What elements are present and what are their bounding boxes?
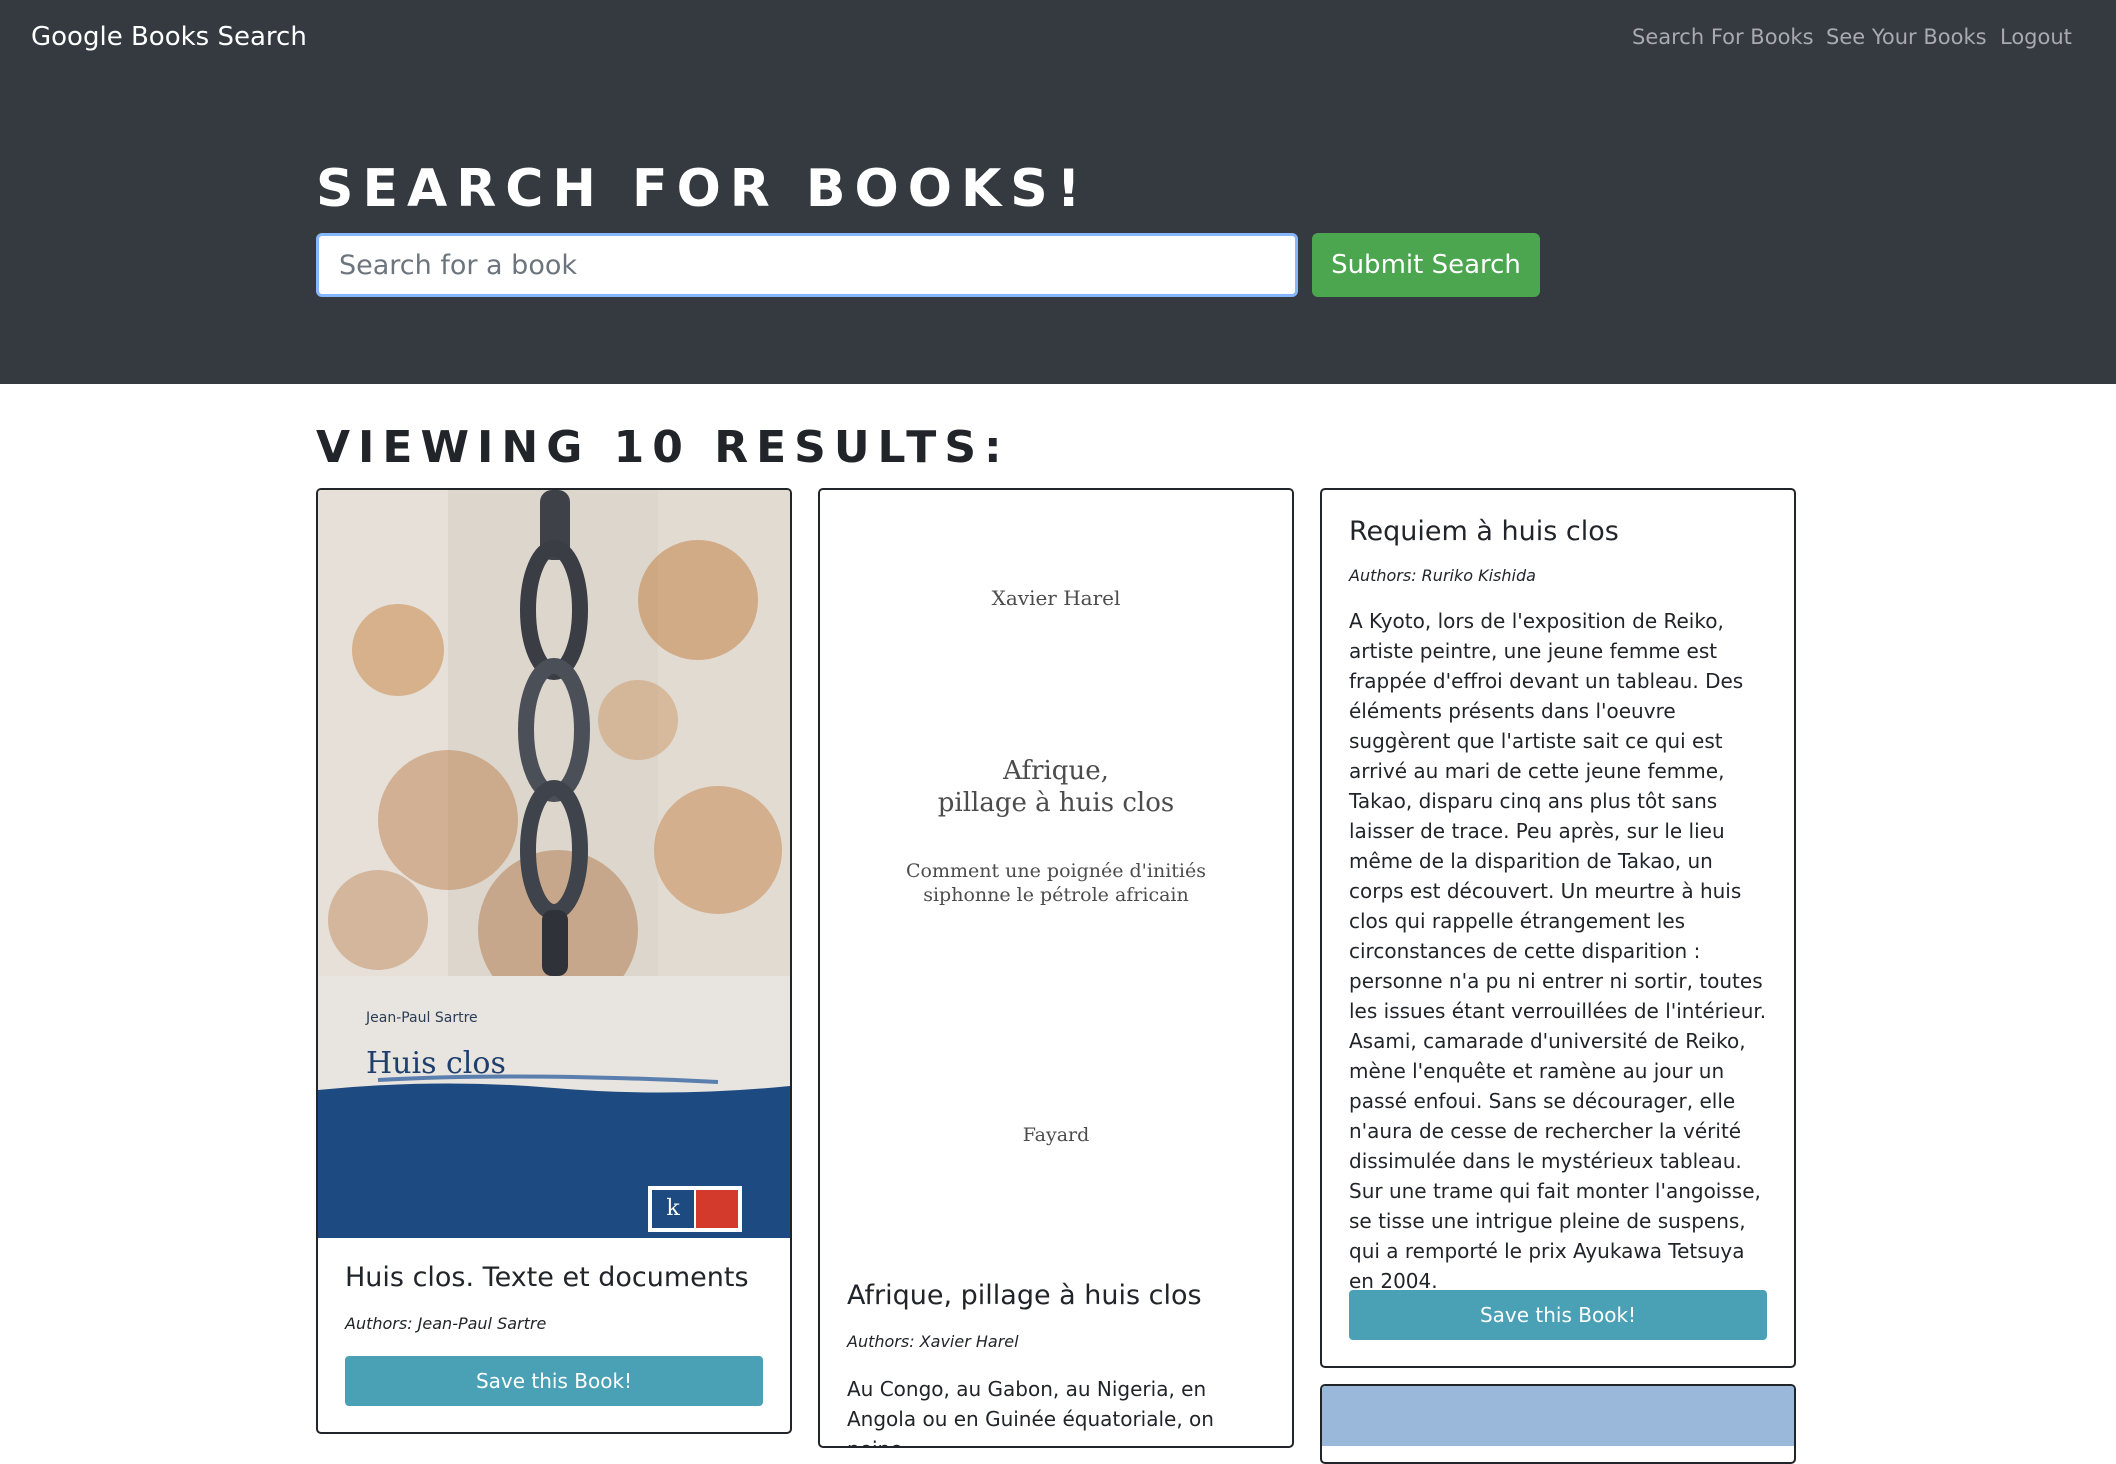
book-cover-image: Jean-Paul Sartre Huis clos k: [318, 490, 790, 1238]
cover-title-line: pillage à huis clos: [937, 788, 1175, 818]
book-authors: Authors: Xavier Harel: [847, 1332, 1019, 1351]
navbar: Google Books Search Search For Books See…: [0, 0, 2116, 76]
cover-author-text: Xavier Harel: [991, 586, 1121, 610]
book-card: [1320, 1384, 1796, 1464]
publisher-logo: k: [648, 1186, 742, 1232]
nav-link-logout[interactable]: Logout: [2000, 22, 2072, 52]
book-authors: Authors: Ruriko Kishida: [1349, 566, 1536, 585]
save-book-button[interactable]: Save this Book!: [345, 1356, 763, 1406]
chain-photo: [318, 490, 790, 976]
nav-link-see-your-books[interactable]: See Your Books: [1826, 22, 1987, 52]
book-cover-image: [1322, 1386, 1794, 1446]
page-title: Search for Books!: [316, 159, 1090, 219]
book-card: Xavier Harel Afrique, pillage à huis clo…: [818, 488, 1294, 1448]
book-authors: Authors: Jean-Paul Sartre: [345, 1314, 547, 1333]
book-card: Requiem à huis clos Authors: Ruriko Kish…: [1320, 488, 1796, 1368]
cover-publisher-text: Fayard: [1022, 1124, 1090, 1146]
search-input[interactable]: [316, 233, 1298, 297]
cover-subtitle-line: Comment une poignée d'initiés: [905, 860, 1206, 882]
book-description: A Kyoto, lors de l'exposition de Reiko, …: [1349, 609, 1767, 1293]
nav-link-search-for-books[interactable]: Search For Books: [1632, 22, 1814, 52]
search-hero: Search for Books!: [0, 76, 2116, 384]
submit-search-button[interactable]: Submit Search: [1312, 233, 1540, 297]
book-description: Au Congo, au Gabon, au Nigeria, en Angol…: [847, 1377, 1214, 1446]
cover-title-line: Afrique,: [1003, 756, 1109, 786]
book-title: Requiem à huis clos: [1349, 516, 1619, 547]
save-book-button[interactable]: Save this Book!: [1349, 1290, 1767, 1340]
results-heading: Viewing 10 results:: [316, 422, 1010, 473]
book-title: Huis clos. Texte et documents: [345, 1262, 749, 1293]
cover-author-text: Jean-Paul Sartre: [366, 1010, 478, 1026]
cover-subtitle-line: siphonne le pétrole africain: [923, 884, 1189, 906]
book-card: Jean-Paul Sartre Huis clos k Huis clos. …: [316, 488, 792, 1434]
book-title: Afrique, pillage à huis clos: [847, 1280, 1202, 1311]
brand-link[interactable]: Google Books Search: [31, 18, 307, 56]
book-cover-image: Xavier Harel Afrique, pillage à huis clo…: [820, 490, 1292, 1250]
